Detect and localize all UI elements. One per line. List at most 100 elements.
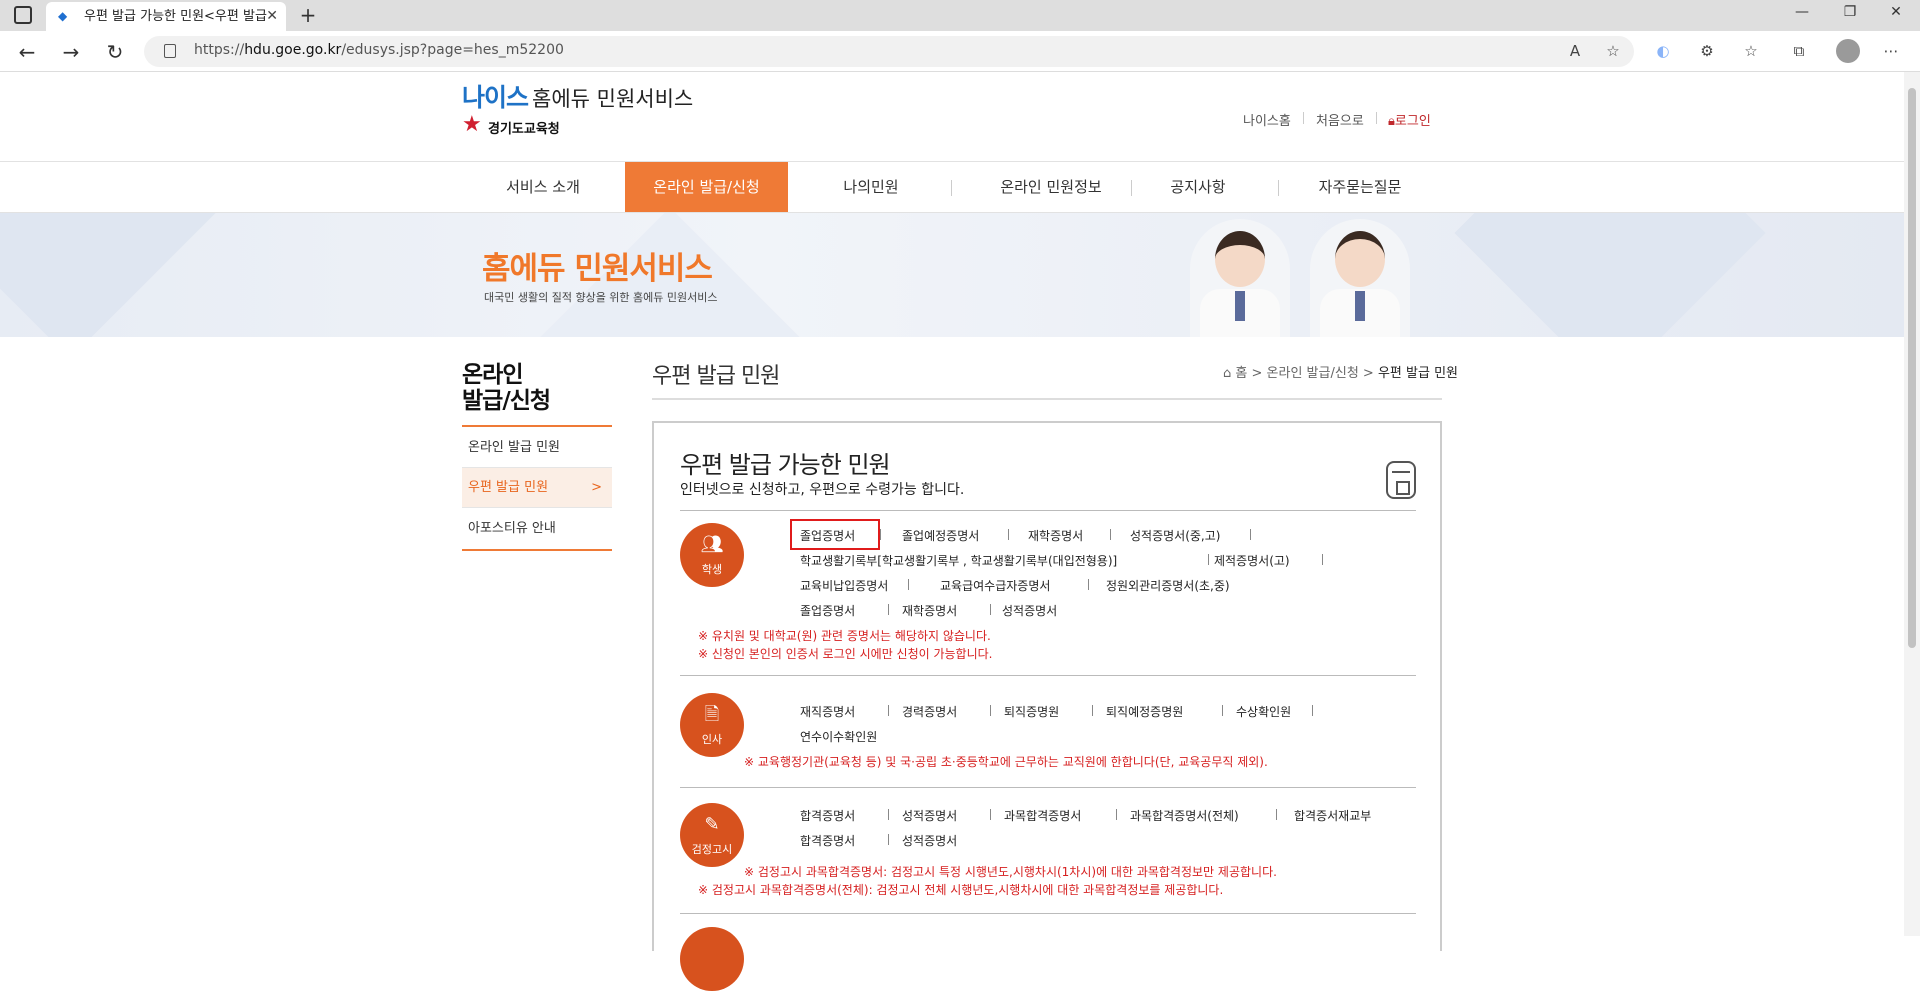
doc-extra-quota-cert[interactable]: 정원외관리증명서(초,중) <box>1106 577 1230 594</box>
forward-icon[interactable]: → <box>58 39 84 65</box>
doc-employment-cert[interactable]: 재직증명서 <box>800 703 855 720</box>
doc-separator <box>1092 705 1093 716</box>
nav-divider <box>1131 180 1132 196</box>
doc-expulsion-cert[interactable]: 제적증명서(고) <box>1214 552 1290 569</box>
page-title: 우편 발급 민원 <box>652 364 780 389</box>
doc-enrollment-cert[interactable]: 재학증명서 <box>1028 527 1083 544</box>
doc-retirement-cert[interactable]: 퇴직증명원 <box>1004 703 1059 720</box>
student-note-2: ※ 신청인 본인의 인증서 로그인 시에만 신청이 가능합니다. <box>698 647 993 661</box>
read-aloud-icon[interactable]: A <box>1564 40 1586 62</box>
tab-actions-icon[interactable] <box>14 6 32 24</box>
util-divider <box>1303 112 1304 124</box>
hero-banner: 홈에듀 민원서비스 대국민 생활의 질적 향상을 위한 홈에듀 민원서비스 <box>0 213 1904 337</box>
doc-reissue-pass-cert[interactable]: 합격증서재교부 <box>1294 807 1371 824</box>
nav-online-issue[interactable]: 온라인 발급/신청 <box>625 162 788 212</box>
first-page-link[interactable]: 처음으로 <box>1316 110 1364 129</box>
nav-divider <box>1278 180 1279 196</box>
doc-separator <box>1110 529 1111 540</box>
site-logo[interactable]: 나이스 홈에듀 민원서비스 <box>462 78 693 114</box>
doc-separator <box>990 604 991 615</box>
doc-tuition-payment-cert[interactable]: 교육비납입증명서 <box>800 577 888 594</box>
tab-close-icon[interactable]: ✕ <box>266 2 278 31</box>
sidebar-item-postal-issue[interactable]: 우편 발급 민원 > <box>462 468 612 508</box>
sidebar-item-apostille[interactable]: 아포스티유 안내 <box>462 509 612 549</box>
doc-graduation-cert[interactable]: 졸업증명서 <box>800 527 855 544</box>
doc-career-cert[interactable]: 경력증명서 <box>902 703 957 720</box>
tracking-icon[interactable]: ◐ <box>1652 40 1674 62</box>
section-divider <box>680 675 1416 676</box>
category-label: 검정고시 <box>691 843 733 856</box>
pencil-icon: ✎ <box>704 814 720 835</box>
refresh-icon[interactable]: ↻ <box>102 39 128 65</box>
nav-divider <box>951 180 952 196</box>
student-note-1: ※ 유치원 및 대학교(원) 관련 증명서는 해당하지 않습니다. <box>698 629 991 643</box>
breadcrumb-level1[interactable]: 온라인 발급/신청 <box>1267 366 1359 381</box>
more-icon[interactable]: ⋯ <box>1880 40 1902 62</box>
doc-separator <box>990 705 991 716</box>
doc-exam-transcript[interactable]: 성적증명서 <box>902 807 957 824</box>
close-window-icon[interactable]: ✕ <box>1874 4 1918 28</box>
extensions-icon[interactable]: ⚙ <box>1696 40 1718 62</box>
section-divider <box>680 787 1416 788</box>
nav-my-requests[interactable]: 나의민원 <box>806 162 936 212</box>
neis-home-link[interactable]: 나이스홈 <box>1243 110 1291 129</box>
add-favorite-icon[interactable]: ☆ <box>1602 40 1624 62</box>
doc-subject-pass-cert[interactable]: 과목합격증명서 <box>1004 807 1081 824</box>
lock-icon[interactable] <box>164 44 176 58</box>
doc-school-record[interactable]: 학교생활기록부[학교생활기록부 , 학교생활기록부(대입전형용)] <box>800 552 1117 569</box>
url-input[interactable]: https://hdu.goe.go.kr/edusys.jsp?page=he… <box>144 36 1634 67</box>
doc-subject-pass-cert-all[interactable]: 과목합격증명서(전체) <box>1130 807 1239 824</box>
new-tab-icon[interactable]: + <box>294 2 322 30</box>
browser-tab[interactable]: ◆ 우편 발급 가능한 민원<우편 발급 ✕ <box>46 2 286 31</box>
office-logo[interactable]: ★ 경기도교육청 <box>462 112 560 137</box>
nav-faq[interactable]: 자주묻는질문 <box>1300 162 1420 212</box>
favorites-icon[interactable]: ☆ <box>1740 40 1762 62</box>
doc-expected-retirement-cert[interactable]: 퇴직예정증명원 <box>1106 703 1183 720</box>
tab-title: 우편 발급 가능한 민원<우편 발급 <box>84 9 267 24</box>
url-text: https://hdu.goe.go.kr/edusys.jsp?page=he… <box>194 42 564 58</box>
breadcrumb: ⌂ 홈 > 온라인 발급/신청 > 우편 발급 민원 <box>1223 362 1458 381</box>
nav-notices[interactable]: 공지사항 <box>1140 162 1256 212</box>
address-bar-row: ← → ↻ https://hdu.goe.go.kr/edusys.jsp?p… <box>0 31 1920 72</box>
back-icon[interactable]: ← <box>14 39 40 65</box>
logo-title: 홈에듀 민원서비스 <box>532 87 694 111</box>
postal-documents-panel: 우편 발급 가능한 민원 인터넷으로 신청하고, 우편으로 수령가능 합니다. … <box>652 421 1442 991</box>
doc-award-cert[interactable]: 수상확인원 <box>1236 703 1291 720</box>
doc-enrollment-cert-2[interactable]: 재학증명서 <box>902 602 957 619</box>
section-divider <box>680 913 1416 914</box>
panel-subtitle: 인터넷으로 신청하고, 우편으로 수령가능 합니다. <box>680 482 965 498</box>
lock-icon: 🔒︎ <box>1388 114 1395 129</box>
doc-education-benefit-cert[interactable]: 교육급여수급자증명서 <box>940 577 1050 594</box>
doc-separator <box>1276 809 1277 820</box>
doc-separator <box>1116 809 1117 820</box>
doc-separator <box>908 579 909 590</box>
util-divider <box>1376 112 1377 124</box>
sidebar-title-underline <box>462 425 612 427</box>
nav-service-intro[interactable]: 서비스 소개 <box>478 162 608 212</box>
doc-separator <box>1250 529 1251 540</box>
doc-training-cert[interactable]: 연수이수확인원 <box>800 728 877 745</box>
tab-bar: ◆ 우편 발급 가능한 민원<우편 발급 ✕ + — ❐ ✕ <box>0 0 1920 31</box>
restore-icon[interactable]: ❐ <box>1828 4 1872 28</box>
scrollbar-thumb[interactable] <box>1908 88 1916 648</box>
doc-pass-cert[interactable]: 합격증명서 <box>800 807 855 824</box>
home-icon[interactable]: ⌂ <box>1223 366 1231 381</box>
collections-icon[interactable]: ⧉ <box>1788 40 1810 62</box>
doc-transcript-mid-high[interactable]: 성적증명서(중,고) <box>1130 527 1220 544</box>
doc-exam-transcript-2[interactable]: 성적증명서 <box>902 832 957 849</box>
minimize-icon[interactable]: — <box>1780 4 1824 28</box>
doc-separator <box>1088 579 1089 590</box>
doc-separator <box>880 529 881 540</box>
profile-avatar[interactable] <box>1836 39 1860 63</box>
nav-online-info[interactable]: 온라인 민원정보 <box>966 162 1136 212</box>
doc-graduation-cert-2[interactable]: 졸업증명서 <box>800 602 855 619</box>
sidebar-item-online-issue[interactable]: 온라인 발급 민원 <box>462 428 612 468</box>
doc-pass-cert-2[interactable]: 합격증명서 <box>800 832 855 849</box>
banner-title: 홈에듀 민원서비스 <box>482 251 713 287</box>
breadcrumb-home[interactable]: 홈 <box>1235 366 1247 381</box>
doc-separator <box>888 809 889 820</box>
doc-expected-graduation-cert[interactable]: 졸업예정증명서 <box>902 527 979 544</box>
login-link[interactable]: 🔒︎로그인 <box>1388 110 1431 129</box>
student-figure <box>1310 219 1410 337</box>
doc-transcript[interactable]: 성적증명서 <box>1002 602 1057 619</box>
